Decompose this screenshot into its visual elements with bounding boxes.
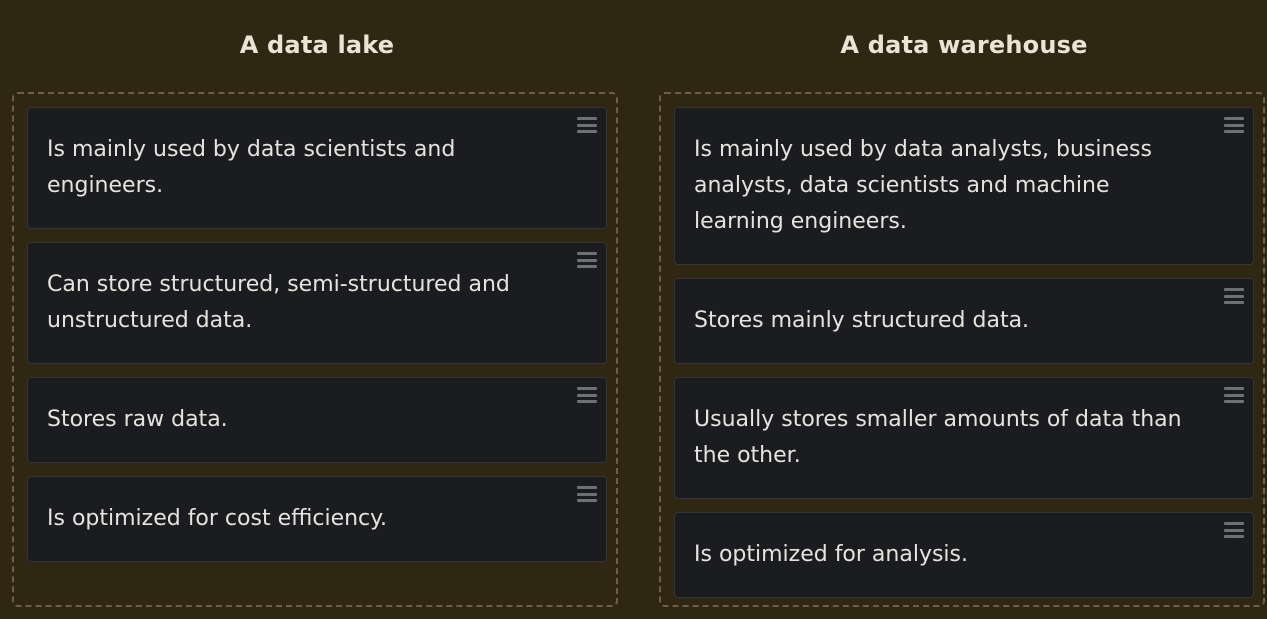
dropzone-data-lake[interactable]: Is mainly used by data scientists and en… <box>12 92 618 607</box>
drag-handle-icon[interactable] <box>1224 288 1244 304</box>
draggable-card[interactable]: Stores mainly structured data. <box>674 278 1254 364</box>
column-title: A data warehouse <box>840 31 1088 59</box>
card-text: Can store structured, semi-structured an… <box>47 272 510 333</box>
drag-handle-icon[interactable] <box>1224 522 1244 538</box>
column-title: A data lake <box>239 31 395 59</box>
draggable-card[interactable]: Stores raw data. <box>27 377 607 463</box>
drag-handle-icon[interactable] <box>577 117 597 133</box>
drag-handle-icon[interactable] <box>1224 117 1244 133</box>
card-text: Is mainly used by data scientists and en… <box>47 137 456 198</box>
draggable-card[interactable]: Is mainly used by data scientists and en… <box>27 107 607 229</box>
column-data-warehouse: A data warehouse Is mainly used by data … <box>659 0 1267 607</box>
drag-handle-icon[interactable] <box>577 387 597 403</box>
drag-handle-icon[interactable] <box>1224 387 1244 403</box>
card-text: Is mainly used by data analysts, busines… <box>694 137 1152 234</box>
dropzone-data-warehouse[interactable]: Is mainly used by data analysts, busines… <box>659 92 1265 607</box>
card-text: Is optimized for cost efficiency. <box>47 506 388 531</box>
draggable-card[interactable]: Can store structured, semi-structured an… <box>27 242 607 364</box>
card-text: Is optimized for analysis. <box>694 542 969 567</box>
card-text: Stores raw data. <box>47 407 228 432</box>
draggable-card[interactable]: Is mainly used by data analysts, busines… <box>674 107 1254 265</box>
drag-handle-icon[interactable] <box>577 486 597 502</box>
card-text: Stores mainly structured data. <box>694 308 1030 333</box>
draggable-card[interactable]: Is optimized for analysis. <box>674 512 1254 598</box>
column-data-lake: A data lake Is mainly used by data scien… <box>12 0 622 607</box>
draggable-card[interactable]: Usually stores smaller amounts of data t… <box>674 377 1254 499</box>
drag-handle-icon[interactable] <box>577 252 597 268</box>
card-text: Usually stores smaller amounts of data t… <box>694 407 1182 468</box>
draggable-card[interactable]: Is optimized for cost efficiency. <box>27 476 607 562</box>
